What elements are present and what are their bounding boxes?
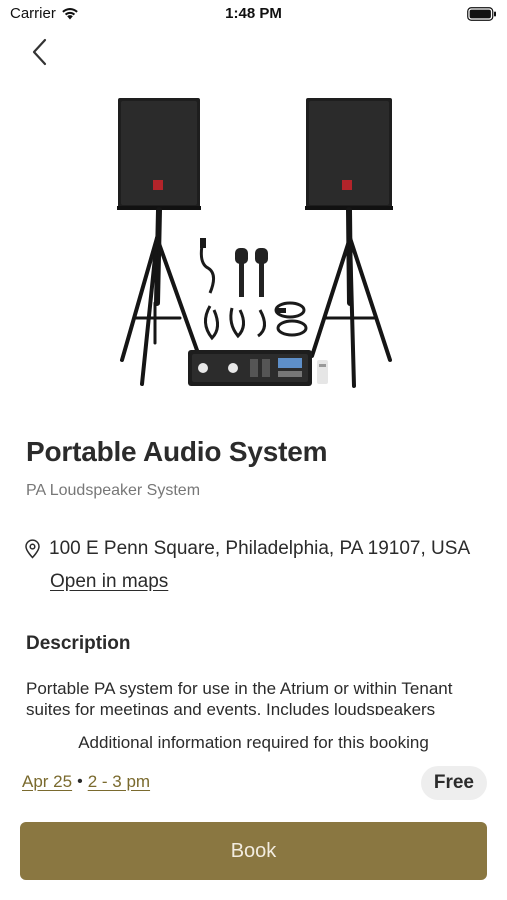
battery-icon bbox=[467, 7, 496, 21]
product-image bbox=[117, 98, 393, 388]
clock: 1:48 PM bbox=[225, 5, 282, 22]
booking-slot: Apr 25 • 2 - 3 pm bbox=[22, 772, 150, 792]
open-in-maps-link[interactable]: Open in maps bbox=[50, 571, 168, 593]
price-badge: Free bbox=[420, 766, 487, 800]
description-container[interactable]: Portable PA system for use in the Atrium… bbox=[26, 678, 481, 715]
left-stand bbox=[120, 207, 200, 386]
left-speaker bbox=[117, 98, 201, 210]
chevron-left-icon bbox=[32, 38, 47, 66]
mixer bbox=[188, 350, 328, 386]
booking-panel: Additional information required for this… bbox=[0, 715, 507, 900]
back-button[interactable] bbox=[24, 36, 56, 68]
address: 100 E Penn Square, Philadelphia, PA 1910… bbox=[49, 538, 471, 559]
description-text: Portable PA system for use in the Atrium… bbox=[26, 679, 453, 715]
right-speaker bbox=[305, 98, 393, 210]
book-button[interactable]: Book bbox=[20, 822, 487, 880]
accessories bbox=[199, 238, 308, 341]
location-row: 100 E Penn Square, Philadelphia, PA 1910… bbox=[24, 538, 470, 560]
product-title: Portable Audio System bbox=[26, 436, 328, 467]
description-heading: Description bbox=[26, 633, 131, 654]
booking-notice: Additional information required for this… bbox=[78, 733, 429, 752]
slot-separator: • bbox=[77, 773, 83, 790]
screen: Carrier 1:48 PM Portable Audio System PA… bbox=[0, 0, 507, 900]
date-link[interactable]: Apr 25 bbox=[22, 772, 72, 792]
product-subtitle: PA Loudspeaker System bbox=[26, 482, 201, 499]
right-stand bbox=[310, 207, 392, 388]
time-range-link[interactable]: 2 - 3 pm bbox=[88, 772, 150, 792]
map-pin-icon bbox=[25, 539, 40, 559]
status-bar: Carrier 1:48 PM bbox=[0, 0, 507, 28]
